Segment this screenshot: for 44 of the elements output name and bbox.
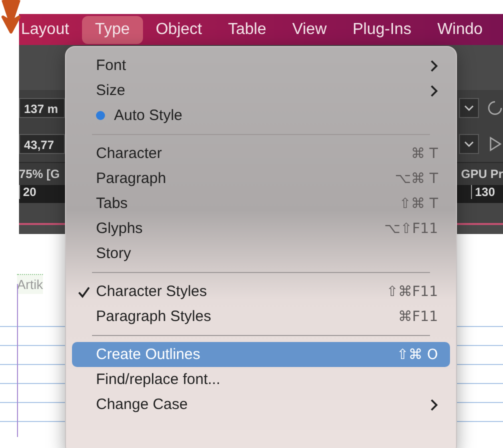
menu-bar-item[interactable]: View [279, 16, 340, 44]
value-field[interactable]: 137 m [19, 98, 65, 118]
menu-item[interactable]: Find/replace font... [72, 367, 450, 392]
menu-bar-item[interactable]: Object [142, 16, 215, 44]
menu-item[interactable]: Tabs ⇧⌘ T [72, 191, 450, 216]
chevron-right-icon [430, 84, 438, 96]
menu-bar-item[interactable]: Table [214, 16, 280, 44]
menu-item[interactable]: Change Case [72, 392, 450, 417]
chevron-down-icon [464, 141, 474, 147]
menu-item[interactable]: Auto Style [72, 103, 450, 128]
bullet-icon [96, 111, 105, 120]
menu-item[interactable]: Paragraph Styles ⌘F11 [72, 304, 450, 329]
rotate-icon[interactable] [487, 100, 503, 116]
shortcut-label: ⌘ T [410, 146, 438, 162]
menu-bar-item[interactable]: Plug-Ins [340, 16, 424, 44]
menu-bar-item[interactable]: Layout [19, 16, 82, 44]
chevron-right-icon [430, 398, 438, 410]
chevron-right-icon [430, 60, 438, 72]
menu-bar-item[interactable]: Windo [424, 16, 496, 44]
ruler-number: 130 [470, 185, 495, 199]
text-frame: Artik [17, 274, 43, 294]
checkmark-icon [78, 286, 90, 298]
chevron-down-icon [464, 105, 474, 111]
shortcut-label: ⇧⌘F11 [386, 284, 438, 300]
menu-item[interactable]: Character ⌘ T [72, 141, 450, 166]
ruler-number: 20 [19, 185, 36, 199]
menu-item[interactable]: Font [72, 53, 450, 78]
shortcut-label: ⇧⌘ T [399, 196, 438, 212]
shortcut-label: ⇧⌘ O [396, 346, 438, 362]
shortcut-label: ⌥⌘ T [394, 170, 438, 186]
shortcut-label: ⌘F11 [398, 308, 438, 324]
menu-item[interactable]: Size [72, 78, 450, 103]
dropdown-button[interactable] [459, 134, 479, 154]
play-icon[interactable] [487, 136, 503, 152]
arrow-down-icon [0, 0, 22, 36]
dropdown-button[interactable] [459, 98, 479, 118]
gpu-label: GPU Pr [460, 167, 503, 181]
menu-item[interactable]: Paragraph ⌥⌘ T [72, 166, 450, 191]
menu-item[interactable]: Glyphs ⌥⇧F11 [72, 216, 450, 241]
shortcut-label: ⌥⇧F11 [384, 220, 438, 236]
menu-item[interactable]: Character Styles ⇧⌘F11 [72, 279, 450, 304]
value-field[interactable]: 43,77 [19, 134, 65, 154]
zoom-label: 75% [G [19, 167, 60, 181]
menu-item[interactable]: Story [72, 241, 450, 266]
